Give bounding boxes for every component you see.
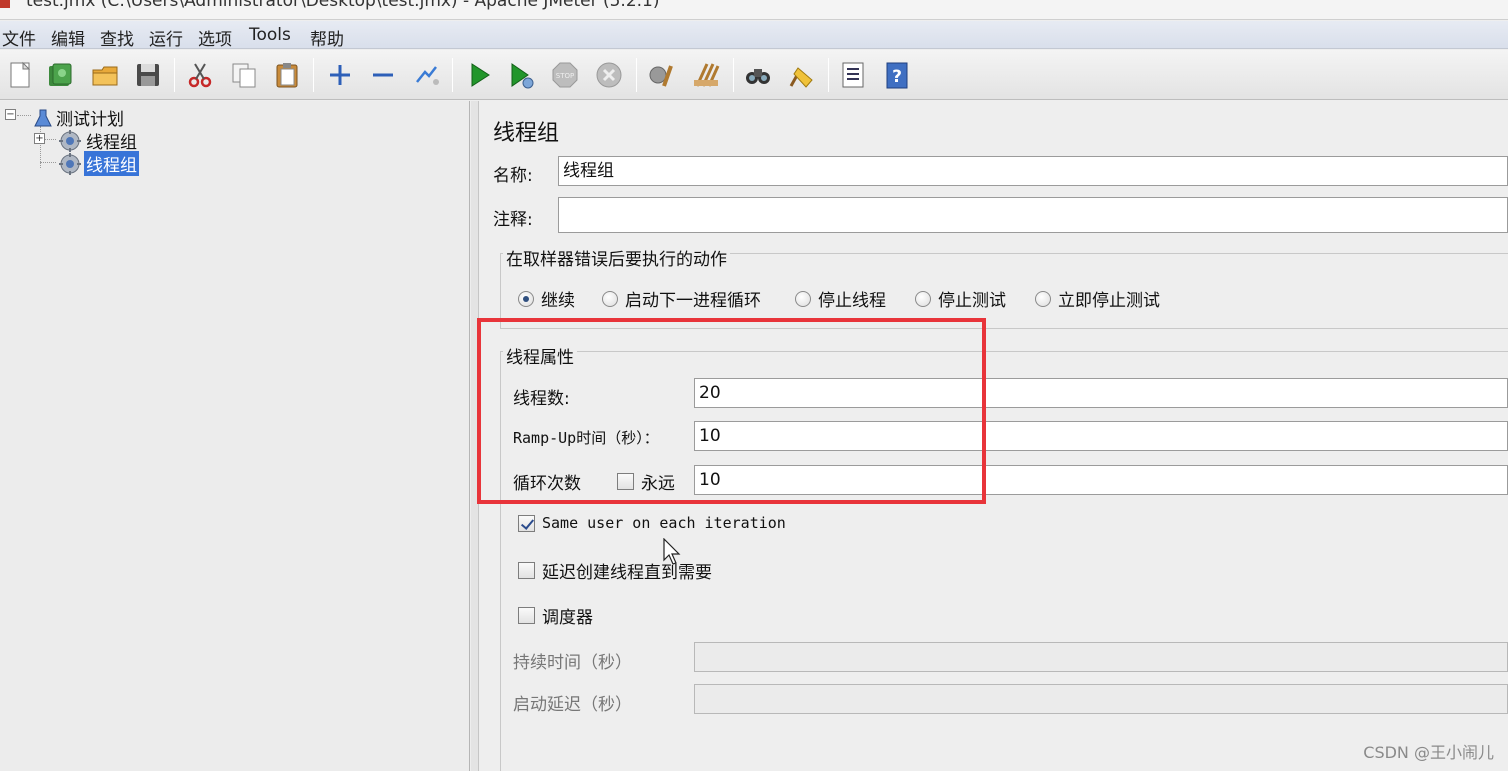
checkbox-label: 永远 [641,474,675,494]
forever-checkbox[interactable]: 永远 [617,469,675,494]
svg-text:STOP: STOP [556,72,574,80]
rampup-input[interactable]: 10 [694,421,1508,451]
panel-title: 线程组 [493,121,560,146]
radio-continue[interactable]: 继续 [518,286,575,311]
menu-options[interactable]: 选项 [198,25,232,50]
checkbox-indicator [518,562,535,579]
radio-indicator [602,290,618,307]
radio-indicator [915,290,931,307]
copy-icon[interactable] [227,58,261,92]
radio-indicator [518,290,534,307]
loop-count-label: 循环次数 [513,474,581,494]
mouse-cursor-icon [663,538,681,565]
thread-properties-title: 线程属性 [503,343,577,368]
tree-node-label: 线程组 [84,151,139,176]
expand-icon[interactable] [323,58,357,92]
toggle-icon[interactable] [409,58,443,92]
radio-stop-thread[interactable]: 停止线程 [795,286,886,311]
watermark: CSDN @王小闹儿 [1363,743,1494,762]
thread-group-panel: 线程组 名称: 线程组 注释: 在取样器错误后要执行的动作 继续 启动下一进程循… [480,101,1508,771]
start-icon[interactable] [462,58,496,92]
threads-label: 线程数: [513,389,570,409]
comment-input[interactable] [558,197,1508,233]
comment-label: 注释: [493,210,533,230]
radio-stop-test-now[interactable]: 立即停止测试 [1035,286,1160,311]
menu-tools[interactable]: Tools [249,25,291,45]
name-label: 名称: [493,166,533,186]
radio-label: 停止线程 [818,291,886,311]
search-icon[interactable] [741,58,775,92]
window-title: test.jmx (C:\Users\Administrator\Desktop… [26,0,660,11]
clear-all-icon[interactable] [689,58,723,92]
error-action-title: 在取样器错误后要执行的动作 [503,245,730,270]
stop-icon[interactable]: STOP [548,58,582,92]
toolbar: STOP ? [0,50,1508,100]
radio-indicator [1035,290,1051,307]
svg-text:?: ? [892,67,902,87]
duration-label: 持续时间（秒） [513,653,632,673]
save-icon[interactable] [131,58,165,92]
menu-bar: 文件 编辑 查找 运行 选项 Tools 帮助 [0,21,1508,50]
checkbox-label: Same user on each iteration [542,514,786,532]
same-user-checkbox[interactable]: Same user on each iteration [518,514,786,532]
tree-node-label: 线程组 [86,133,137,153]
menu-help[interactable]: 帮助 [310,25,344,50]
tree-node-label: 测试计划 [56,110,124,130]
collapse-icon[interactable] [366,58,400,92]
menu-run[interactable]: 运行 [149,25,183,50]
collapse-test-plan-toggle[interactable]: − [5,109,16,120]
menu-search[interactable]: 查找 [100,25,134,50]
checkbox-label: 延迟创建线程直到需要 [542,563,712,583]
thread-group-icon [59,152,81,175]
radio-label: 停止测试 [938,291,1006,311]
templates-icon[interactable] [43,58,77,92]
thread-group-icon [59,129,81,152]
start-no-pause-icon[interactable] [504,58,538,92]
cut-icon[interactable] [183,58,217,92]
radio-label: 启动下一进程循环 [625,291,761,311]
menu-edit[interactable]: 编辑 [51,25,85,50]
checkbox-indicator [518,607,535,624]
threads-input[interactable]: 20 [694,378,1508,408]
startup-delay-input[interactable] [694,684,1508,714]
name-input[interactable]: 线程组 [558,156,1508,186]
open-icon[interactable] [88,58,122,92]
function-helper-icon[interactable] [836,58,870,92]
expand-thread-group-toggle[interactable]: + [34,133,45,144]
app-icon [0,0,10,8]
paste-icon[interactable] [270,58,304,92]
menu-file[interactable]: 文件 [2,25,36,50]
pane-splitter[interactable] [471,101,479,771]
new-icon[interactable] [3,58,37,92]
reset-search-icon[interactable] [784,58,818,92]
duration-input[interactable] [694,642,1508,672]
shutdown-icon[interactable] [592,58,626,92]
help-icon[interactable]: ? [880,58,914,92]
scheduler-checkbox[interactable]: 调度器 [518,603,593,628]
tree-node-thread-group[interactable]: 线程组 [56,128,139,153]
radio-indicator [795,290,811,307]
test-plan-tree: − 测试计划 + 线程组 线程组 [0,101,470,771]
radio-label: 立即停止测试 [1058,291,1160,311]
radio-start-next-loop[interactable]: 启动下一进程循环 [602,286,761,311]
startup-delay-label: 启动延迟（秒） [513,695,632,715]
radio-label: 继续 [541,291,575,311]
rampup-label: Ramp-Up时间（秒）： [513,429,659,447]
checkbox-label: 调度器 [542,608,593,628]
title-bar: test.jmx (C:\Users\Administrator\Desktop… [0,0,1508,20]
clear-icon[interactable] [644,58,678,92]
loop-count-input[interactable]: 10 [694,465,1508,495]
tree-node-test-plan[interactable]: 测试计划 [32,105,126,130]
tree-node-thread-group-selected[interactable]: 线程组 [56,151,139,176]
checkbox-indicator [617,473,634,490]
test-plan-icon [34,109,52,126]
checkbox-indicator [518,514,535,532]
radio-stop-test[interactable]: 停止测试 [915,286,1006,311]
